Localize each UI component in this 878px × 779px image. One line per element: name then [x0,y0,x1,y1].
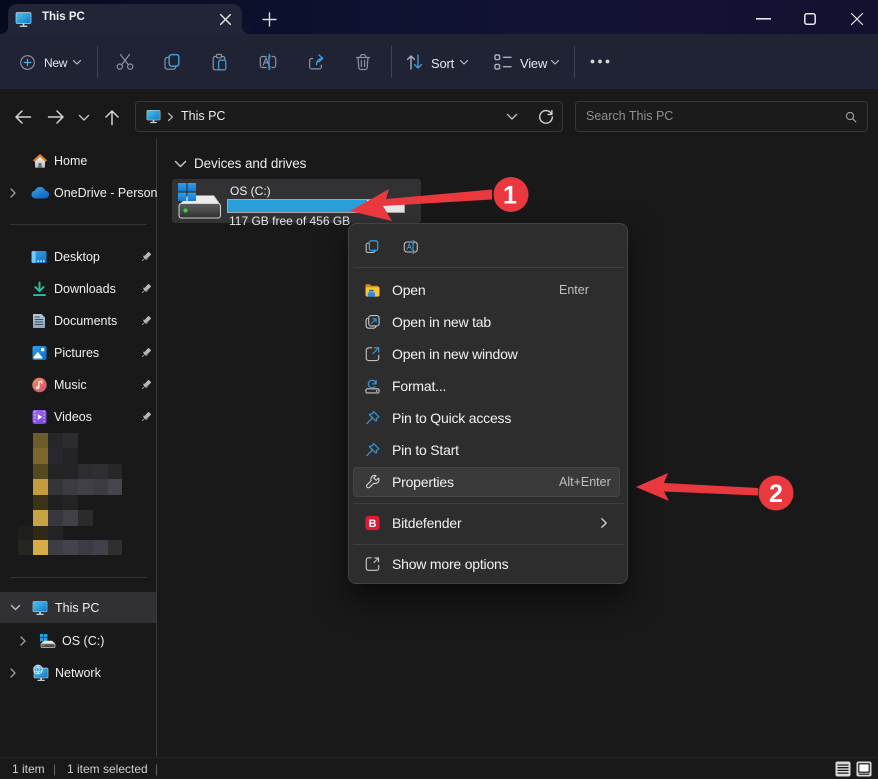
svg-text:2: 2 [769,480,783,508]
svg-text:1: 1 [503,182,517,210]
svg-text:B: B [369,518,377,530]
